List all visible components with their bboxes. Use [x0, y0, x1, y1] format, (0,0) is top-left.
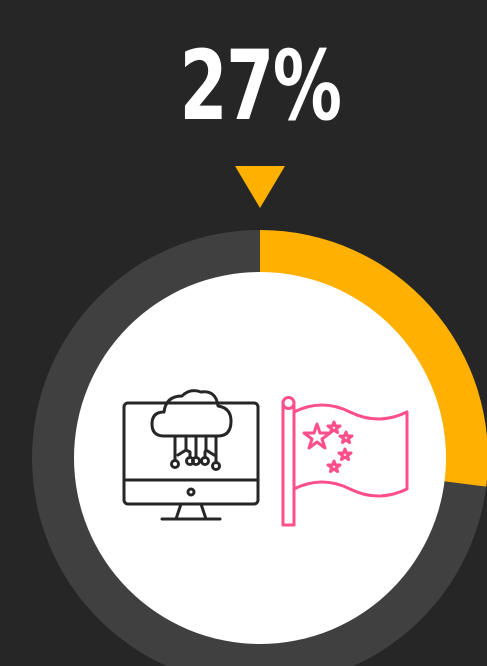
percentage-donut-chart: 27%	[0, 0, 487, 666]
pointer-triangle-icon	[235, 166, 285, 208]
donut-inner-disc	[74, 272, 446, 644]
donut-chart-svg	[32, 166, 487, 666]
